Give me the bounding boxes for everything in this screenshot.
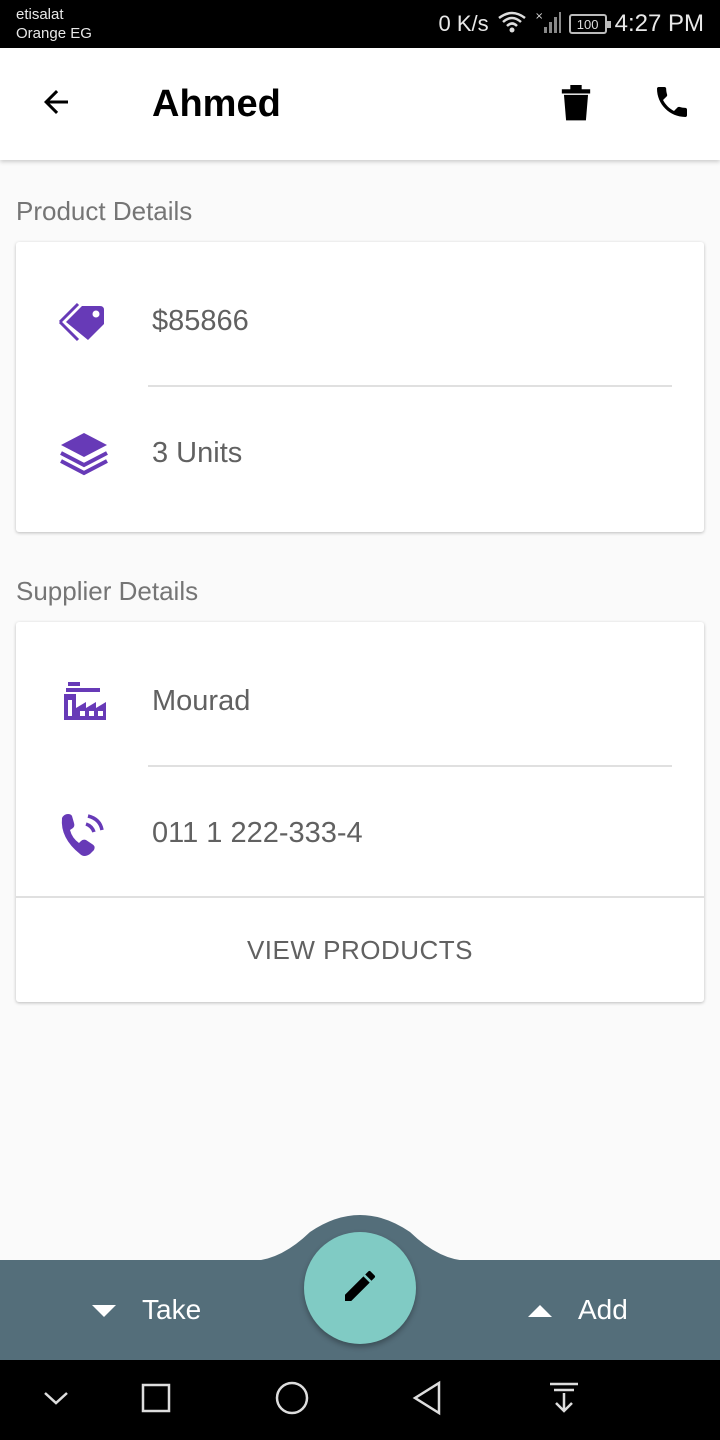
call-button[interactable] [644,76,700,132]
take-button[interactable]: Take [90,1260,201,1360]
nav-notifications-button[interactable] [536,1372,592,1428]
signal-icon: × [535,10,561,39]
circle-icon [274,1380,310,1421]
caret-up-icon [526,1294,554,1326]
triangle-back-icon [411,1380,445,1421]
price-value: $85866 [152,305,249,337]
wifi-icon [497,10,527,39]
phone-volume-icon [56,806,112,862]
divider [148,385,672,387]
carrier-name: etisalat [16,6,64,23]
arrow-back-icon [38,84,74,125]
nav-collapse-button[interactable] [28,1372,84,1428]
svg-text:×: × [535,11,543,22]
trash-icon [559,82,593,127]
add-button[interactable]: Add [526,1260,628,1360]
caret-down-icon [90,1294,118,1326]
take-label: Take [142,1294,202,1325]
nav-home-button[interactable] [264,1372,320,1428]
supplier-details-card: Mourad 011 1 222-333-4 VIEW PRODUCTS [16,622,704,1002]
quantity-value: 3 Units [152,437,243,469]
chevron-down-icon [41,1388,71,1413]
pull-down-icon [548,1381,580,1420]
status-bar: etisalat Orange EG 0 K/s × 100 4:27 PM [0,0,720,48]
net-speed: 0 K/s [438,11,489,36]
layers-icon [56,426,112,482]
price-row: $85866 [16,256,704,386]
pencil-icon [340,1266,380,1311]
carrier-info: etisalat Orange EG [16,5,92,43]
nav-recents-button[interactable] [128,1372,184,1428]
status-indicators: 0 K/s × 100 4:27 PM [438,8,704,40]
nav-back-button[interactable] [400,1372,456,1428]
divider [148,765,672,767]
back-button[interactable] [28,76,84,132]
app-bar: Ahmed [0,48,720,160]
system-nav-bar [0,1360,720,1440]
page-title: Ahmed [152,83,281,125]
add-label: Add [578,1294,628,1325]
product-details-label: Product Details [16,196,193,226]
bottom-app-bar: Take Add [0,1212,720,1360]
view-products-button[interactable]: VIEW PRODUCTS [16,898,704,1002]
product-details-card: $85866 3 Units [16,242,704,532]
battery-icon: 100 [568,14,611,34]
phone-icon [652,82,692,127]
square-icon [140,1382,172,1419]
supplier-name: Mourad [152,685,251,717]
supplier-name-row: Mourad [16,636,704,766]
delete-button[interactable] [548,76,604,132]
edit-fab[interactable] [304,1232,416,1344]
price-tag-icon [56,294,112,350]
factory-icon [56,674,112,730]
supplier-phone: 011 1 222-333-4 [152,817,363,849]
clock: 4:27 PM [614,10,704,37]
network-operator: Orange EG [16,25,92,42]
supplier-details-label: Supplier Details [16,576,199,606]
supplier-phone-row[interactable]: 011 1 222-333-4 [16,768,704,898]
quantity-row: 3 Units [16,388,704,518]
